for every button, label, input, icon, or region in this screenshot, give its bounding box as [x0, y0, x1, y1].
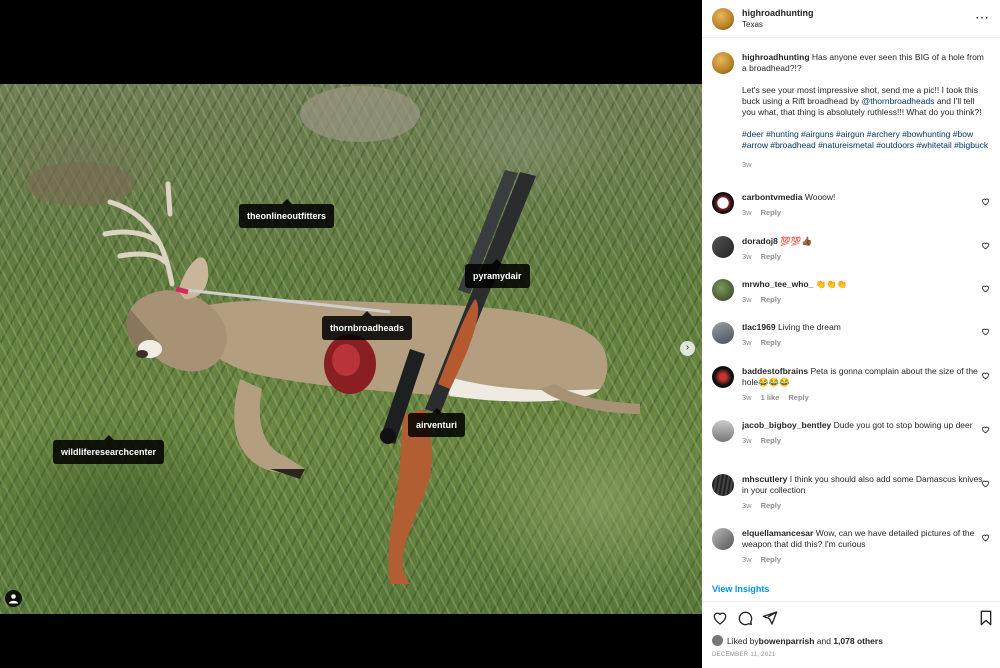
- avatar[interactable]: [712, 7, 734, 30]
- photo-tag[interactable]: theonlineoutfitters: [239, 199, 334, 228]
- bookmark-icon[interactable]: [979, 610, 993, 626]
- comment: carbontvmedia Wooow! 3w Reply: [712, 192, 990, 217]
- reply-button[interactable]: Reply: [761, 555, 781, 564]
- comment: mrwho_tee_who_ 👏👏👏 3w Reply: [712, 279, 990, 304]
- reply-button[interactable]: Reply: [761, 338, 781, 347]
- timestamp: 3w: [742, 160, 752, 169]
- post-date: DECEMBER 11, 2021: [712, 652, 776, 658]
- post-sidebar: highroadhunting Texas ⋯ highroadhunting …: [702, 0, 1000, 668]
- avatar[interactable]: [712, 528, 734, 550]
- comment-username[interactable]: jacob_bigboy_bentley: [742, 420, 831, 430]
- chevron-right-icon: ›: [685, 342, 690, 353]
- timestamp: 3w: [742, 295, 752, 304]
- comment-username[interactable]: mhscutlery: [742, 474, 787, 484]
- heart-icon[interactable]: [981, 479, 990, 488]
- person-icon: [9, 594, 18, 604]
- comment: tlac1969 Living the dream 3w Reply: [712, 322, 990, 347]
- avatar[interactable]: [712, 236, 734, 258]
- avatar[interactable]: [712, 279, 734, 301]
- share-icon[interactable]: [762, 610, 778, 626]
- likes-joiner: and: [814, 635, 834, 646]
- timestamp: 3w: [742, 436, 752, 445]
- comment-username[interactable]: doradoj8: [742, 236, 778, 246]
- timestamp: 3w: [742, 501, 752, 510]
- comment-username[interactable]: mrwho_tee_who_: [742, 279, 813, 289]
- heart-icon[interactable]: [712, 610, 728, 626]
- comment-list[interactable]: highroadhunting Has anyone ever seen thi…: [702, 46, 1000, 574]
- reply-button[interactable]: Reply: [761, 436, 781, 445]
- reply-button[interactable]: Reply: [761, 501, 781, 510]
- photo-tag[interactable]: pyramydair: [465, 259, 530, 288]
- author-username[interactable]: highroadhunting: [742, 7, 813, 19]
- comment-text: 💯💯👍🏾: [780, 236, 813, 246]
- post-view: theonlineoutfitters pyramydair thornbroa…: [0, 0, 1000, 668]
- comment: elquellamancesar Wow, can we have detail…: [712, 528, 990, 564]
- view-insights-link[interactable]: View Insights: [712, 584, 769, 594]
- post-photo[interactable]: theonlineoutfitters pyramydair thornbroa…: [0, 84, 702, 614]
- avatar[interactable]: [712, 635, 723, 646]
- reply-button[interactable]: Reply: [788, 393, 808, 402]
- avatar[interactable]: [712, 52, 734, 74]
- photo-illustration: [25, 86, 640, 584]
- heart-icon[interactable]: [981, 284, 990, 293]
- timestamp: 3w: [742, 393, 752, 402]
- avatar[interactable]: [712, 366, 734, 388]
- photo-tag[interactable]: thornbroadheads: [322, 311, 413, 340]
- action-bar: [712, 610, 778, 626]
- likes-prefix: Liked by: [727, 635, 759, 646]
- mention-link[interactable]: @thornbroadheads: [862, 96, 935, 106]
- post-location[interactable]: Texas: [742, 19, 813, 31]
- media-panel: theonlineoutfitters pyramydair thornbroa…: [0, 0, 702, 668]
- avatar[interactable]: [712, 192, 734, 214]
- heart-icon[interactable]: [981, 197, 990, 206]
- hashtags[interactable]: #deer #hunting #airguns #airgun #archery…: [742, 129, 990, 151]
- comment-icon[interactable]: [737, 610, 753, 626]
- user-tags-button[interactable]: [5, 590, 22, 607]
- like-count[interactable]: 1 like: [761, 393, 780, 402]
- comment: baddestofbrains Peta is gonna complain a…: [712, 366, 990, 402]
- timestamp: 3w: [742, 252, 752, 261]
- photo-tag[interactable]: wildliferesearchcenter: [53, 435, 165, 464]
- caption: highroadhunting Has anyone ever seen thi…: [712, 52, 990, 169]
- timestamp: 3w: [742, 338, 752, 347]
- timestamp: 3w: [742, 208, 752, 217]
- reply-button[interactable]: Reply: [761, 208, 781, 217]
- comment-text: Dude you got to stop bowing up deer: [833, 420, 973, 430]
- caption-username[interactable]: highroadhunting: [742, 52, 810, 62]
- heart-icon[interactable]: [981, 425, 990, 434]
- timestamp: 3w: [742, 555, 752, 564]
- comment-text: Living the dream: [777, 322, 841, 332]
- heart-icon[interactable]: [981, 533, 990, 542]
- likes-count[interactable]: 1,078 others: [833, 636, 883, 646]
- comment-username[interactable]: elquellamancesar: [742, 528, 813, 538]
- heart-icon[interactable]: [981, 327, 990, 336]
- heart-icon[interactable]: [981, 241, 990, 250]
- more-options-icon[interactable]: ⋯: [975, 10, 990, 24]
- divider: [702, 601, 1000, 602]
- heart-icon[interactable]: [981, 371, 990, 380]
- reply-button[interactable]: Reply: [761, 252, 781, 261]
- comment-username[interactable]: baddestofbrains: [742, 366, 808, 376]
- comment: jacob_bigboy_bentley Dude you got to sto…: [712, 420, 990, 445]
- comment-username[interactable]: carbontvmedia: [742, 192, 802, 202]
- comment-text: 👏👏👏: [815, 279, 848, 289]
- comment-username[interactable]: tlac1969: [742, 322, 776, 332]
- avatar[interactable]: [712, 322, 734, 344]
- photo-tag[interactable]: airventuri: [408, 408, 466, 437]
- post-header: highroadhunting Texas ⋯: [702, 0, 1000, 38]
- likes-summary: Liked by bowenparrish and 1,078 others: [712, 635, 883, 646]
- avatar[interactable]: [712, 420, 734, 442]
- reply-button[interactable]: Reply: [761, 295, 781, 304]
- comment: mhscutlery I think you should also add s…: [712, 474, 990, 510]
- avatar[interactable]: [712, 474, 734, 496]
- next-photo-button[interactable]: ›: [680, 341, 695, 356]
- comment: doradoj8 💯💯👍🏾 3w Reply: [712, 236, 990, 261]
- liker-username[interactable]: bowenparrish: [759, 636, 815, 646]
- comment-text: Wooow!: [804, 192, 836, 202]
